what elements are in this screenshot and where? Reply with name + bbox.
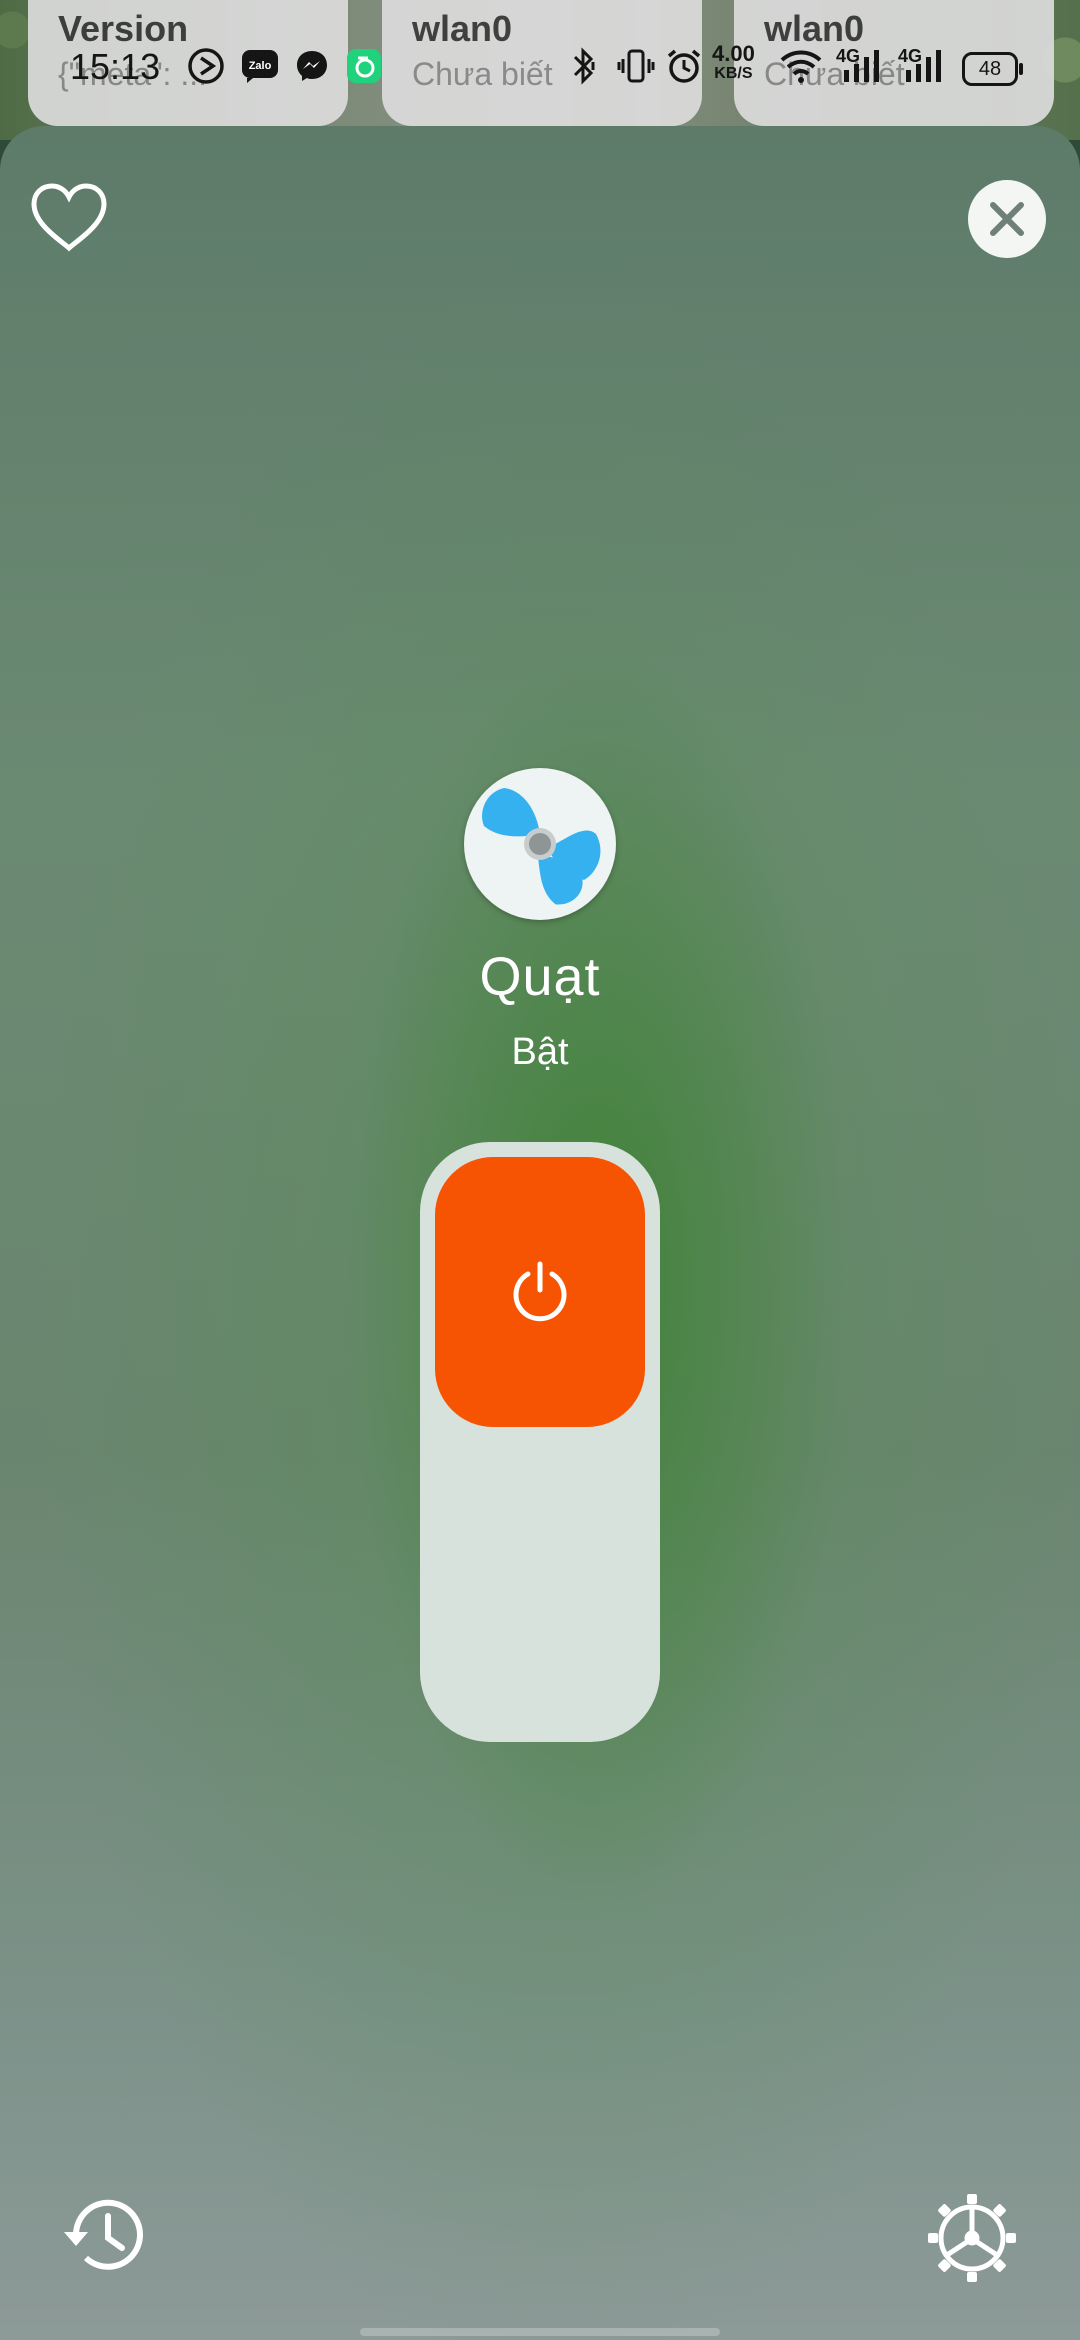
vibrate-icon [616, 46, 656, 86]
zalo-icon: Zalo [240, 46, 280, 86]
fan-icon [464, 768, 616, 920]
device-name: Quạt [479, 947, 601, 1007]
close-icon [990, 202, 1024, 236]
signal-2-icon [902, 46, 946, 86]
alarm-icon [664, 46, 704, 86]
app-notification-icon [344, 46, 384, 86]
device-state: Bật [511, 1031, 569, 1073]
status-time: 15:13 [70, 46, 161, 87]
favorite-button[interactable] [30, 182, 114, 262]
power-slider[interactable] [420, 1142, 660, 1742]
device-control-panel: Quạt Bật [0, 126, 1080, 2340]
navigation-icon [186, 46, 226, 86]
home-indicator[interactable] [360, 2328, 720, 2336]
close-button[interactable] [968, 180, 1046, 258]
messenger-icon [292, 46, 332, 86]
power-icon [513, 1261, 567, 1322]
power-slider-fill[interactable] [435, 1157, 645, 1427]
gear-icon [928, 2194, 1016, 2282]
settings-button[interactable] [924, 2190, 1020, 2286]
signal-1-icon [840, 46, 884, 86]
wifi-icon [778, 46, 824, 86]
network-speed-value: 4.00 [712, 41, 755, 66]
zalo-icon-text: Zalo [249, 60, 272, 72]
battery-indicator: 48 [962, 52, 1023, 86]
bluetooth-icon [566, 46, 602, 86]
history-icon [64, 2199, 143, 2270]
network-speed: 4.00 KB/S [712, 41, 755, 84]
status-bar: 15:13 Zalo 4.00 KB/S 4G 4G 48 [0, 0, 1080, 130]
heart-icon [31, 183, 107, 252]
network-speed-unit: KB/S [714, 65, 753, 82]
history-button[interactable] [62, 2192, 152, 2282]
